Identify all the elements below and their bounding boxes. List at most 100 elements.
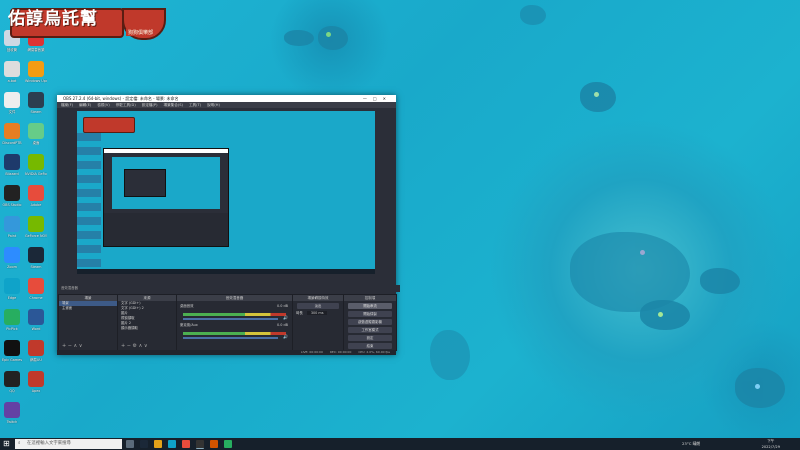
transition-select[interactable]: 淡出 — [297, 303, 339, 309]
app-taskbar-icon[interactable] — [224, 440, 232, 448]
source-item[interactable]: 顯示器擷取 — [118, 326, 176, 331]
windows-start-icon[interactable]: ⊞ — [3, 440, 11, 448]
obs-window[interactable]: OBS 27.2.4 (64-bit, windows) - 設定檔: 未命名 … — [57, 95, 400, 355]
app-icon — [4, 340, 20, 356]
system-clock[interactable]: 下午 2022/7/29 — [762, 438, 780, 450]
menu-item[interactable]: 停駐工具(D) — [116, 103, 136, 107]
control-button[interactable]: 設定 — [348, 335, 392, 341]
menu-item[interactable]: 編輯(E) — [79, 103, 91, 107]
desktop-icon[interactable]: Edge — [1, 278, 23, 312]
menu-item[interactable]: 檔案(F) — [61, 103, 73, 107]
taskbar-search-input[interactable]: ⌕ 在這裡輸入文字來搜尋 — [15, 439, 122, 449]
chrome-taskbar-icon[interactable] — [182, 440, 190, 448]
desktop-icon-label: 桌面 — [32, 141, 40, 145]
menu-item[interactable]: 檢視(V) — [97, 103, 109, 107]
menu-item[interactable]: 說明(H) — [207, 103, 220, 107]
desktop-icon[interactable]: Word — [25, 309, 47, 343]
control-button[interactable]: 結束 — [348, 343, 392, 349]
desktop-icon[interactable]: Chrome — [25, 278, 47, 312]
lily-pad — [318, 26, 348, 50]
desktop-icon-label: Epic Games — [1, 358, 23, 362]
desktop-icon[interactable]: a.bat — [1, 61, 23, 95]
desktop-icon[interactable]: Twitch — [1, 402, 23, 436]
app-icon — [28, 123, 44, 139]
lily-pad — [735, 368, 785, 408]
transition-duration[interactable]: 時長 300 ms — [293, 311, 343, 316]
maximize-icon[interactable]: □ — [373, 96, 383, 101]
app-taskbar-icon[interactable] — [210, 440, 218, 448]
duration-input[interactable]: 300 ms — [306, 311, 328, 315]
app-icon — [4, 216, 20, 232]
desktop-icon[interactable]: Steam — [25, 247, 47, 281]
app-icon — [4, 123, 20, 139]
control-button[interactable]: 工作室模式 — [348, 327, 392, 333]
volume-slider[interactable]: 🔊 — [183, 315, 288, 320]
desktop-icon[interactable]: Blizzard — [1, 154, 23, 188]
desktop-icon[interactable]: NVIDIA GeForce — [25, 154, 47, 188]
desktop-icon-label: Zoom — [7, 265, 17, 269]
task-view-icon[interactable] — [126, 440, 134, 448]
desktop-icon[interactable]: 文件 — [1, 92, 23, 126]
sources-dock: 來源 文字 (GDI+) 文字 (GDI+) 2 圖片 視窗擷取 圖片 2 顯示器擷取 +… — [117, 294, 177, 351]
desktop-icon[interactable]: Apex — [25, 371, 47, 405]
volume-slider[interactable]: 🔊 — [183, 334, 288, 339]
channel-level: 0.0 dB — [277, 304, 288, 308]
app-icon — [4, 402, 20, 418]
scenes-dock: 場景 場景 主畫面 + − ∧ ∨ — [58, 294, 118, 351]
menu-item[interactable]: 工具(T) — [189, 103, 201, 107]
obs-titlebar[interactable]: OBS 27.2.4 (64-bit, windows) - 設定檔: 未命名 … — [57, 95, 396, 102]
window-controls[interactable]: —□✕ — [363, 95, 392, 102]
menu-item[interactable]: 設定檔(P) — [142, 103, 158, 107]
steam-taskbar-icon[interactable] — [140, 440, 148, 448]
desktop-icon-label: 網易雲音樂 — [27, 48, 45, 52]
app-icon — [4, 154, 20, 170]
desktop-icon-label: Paint — [7, 234, 17, 238]
volume-meter — [183, 332, 286, 335]
desktop-icon-label: Steam — [30, 110, 42, 114]
app-icon — [4, 61, 20, 77]
obs-statusbar: LIVE: 00:00:00 REC: 00:00:00 CPU: 2.0%, … — [57, 350, 396, 355]
desktop-icon[interactable]: Epic Games — [1, 340, 23, 374]
close-icon[interactable]: ✕ — [383, 96, 392, 101]
preview-banner — [83, 117, 135, 133]
scene-item[interactable]: 主畫面 — [59, 306, 117, 311]
obs-preview[interactable] — [77, 111, 375, 274]
desktop-icon-label: Apex — [31, 389, 41, 393]
lily-pad — [640, 300, 690, 330]
desktop-icon[interactable]: 桌面 — [25, 123, 47, 157]
desktop-icon[interactable]: Zoom — [1, 247, 23, 281]
lily-pad — [700, 268, 740, 294]
desktop-icon[interactable]: OBS Studio — [1, 185, 23, 219]
speaker-icon[interactable]: 🔊 — [283, 334, 288, 339]
desktop-icon[interactable]: Paint — [1, 216, 23, 250]
app-icon — [28, 247, 44, 263]
app-icon — [28, 61, 44, 77]
desktop-icon[interactable]: QQ — [1, 371, 23, 405]
banner-title: 佑諄烏託幫 — [8, 9, 98, 29]
speaker-icon[interactable]: 🔊 — [283, 315, 288, 320]
mixer-header: 音效混音器 — [177, 295, 292, 301]
live-status: LIVE: 00:00:00 — [300, 350, 323, 354]
desktop-icon[interactable]: Steam — [25, 92, 47, 126]
desktop-icon[interactable]: Adobe — [25, 185, 47, 219]
control-button[interactable]: 開始錄製 — [348, 311, 392, 317]
app-icon — [28, 185, 44, 201]
minimize-icon[interactable]: — — [363, 96, 373, 101]
control-button[interactable]: 啟動虛擬攝影機 — [348, 319, 392, 325]
weather-widget[interactable]: 23°C 晴朗 — [682, 438, 700, 450]
edge-taskbar-icon[interactable] — [168, 440, 176, 448]
audio-mixer-label: 音效混音器 — [61, 286, 78, 290]
desktop-icon[interactable]: PicPick — [1, 309, 23, 343]
explorer-taskbar-icon[interactable] — [154, 440, 162, 448]
channel-banner: 佑諄烏託幫 狗狗俱樂部 — [4, 2, 166, 40]
desktop-icon[interactable]: Windows Update — [25, 61, 47, 95]
menu-item[interactable]: 場景集合(S) — [164, 103, 183, 107]
scene-controls[interactable]: + − ∧ ∨ — [62, 343, 82, 349]
desktop-icon-label: Adobe — [30, 203, 42, 207]
obs-taskbar-icon[interactable] — [196, 440, 204, 449]
desktop-icon[interactable]: 網易UU — [25, 340, 47, 374]
desktop-icon[interactable]: GeForce NOW — [25, 216, 47, 250]
source-controls[interactable]: + − ⚙ ∧ ∨ — [121, 343, 148, 349]
desktop-icon[interactable]: DiscordPTB — [1, 123, 23, 157]
control-button[interactable]: 開始串流 — [348, 303, 392, 309]
